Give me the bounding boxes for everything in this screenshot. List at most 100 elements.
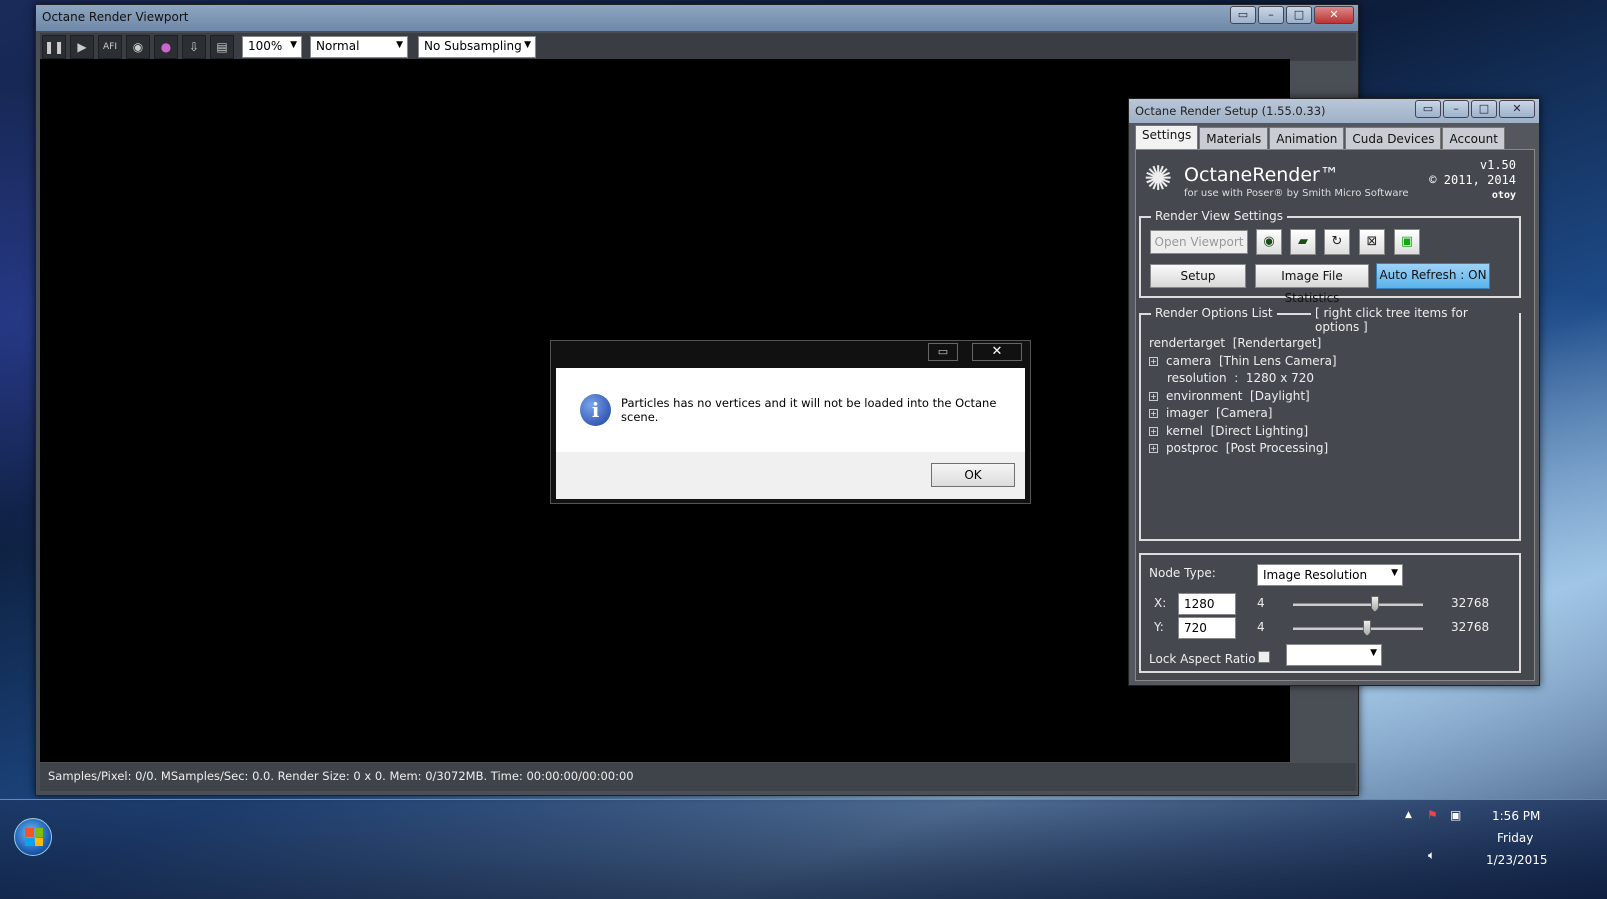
mode-select[interactable]: Normal ▼ [310, 36, 408, 58]
status-bar: Samples/Pixel: 0/0. MSamples/Sec: 0.0. R… [40, 763, 1356, 791]
x-slider[interactable] [1293, 603, 1423, 606]
mode-value: Normal [316, 39, 360, 53]
eye-icon[interactable]: ◉ [1256, 229, 1282, 255]
save-render-icon[interactable]: ⇩ [182, 35, 206, 59]
restore-icon[interactable]: ▭ [1415, 100, 1441, 118]
chevron-down-icon: ▼ [290, 40, 297, 50]
tree-item-label: imager [Camera] [1166, 406, 1273, 420]
minimize-button[interactable]: – [1443, 100, 1469, 118]
x-input[interactable]: 1280 [1178, 593, 1236, 615]
network-icon[interactable]: ▣ [1450, 808, 1461, 822]
render-options-hint: [ right click tree items for options ] [1311, 306, 1519, 334]
stop-render-icon[interactable]: ⊠ [1359, 229, 1385, 255]
otoy-logo: otoy [1491, 190, 1516, 201]
clock-time[interactable]: 1:56 PM [1492, 809, 1540, 823]
zoom-value: 100% [248, 39, 283, 53]
subsampling-select[interactable]: No Subsampling ▼ [418, 36, 536, 58]
render-options-list: Render Options List [ right click tree i… [1139, 306, 1521, 541]
tree-item-postproc[interactable]: + postproc [Post Processing] [1149, 440, 1337, 458]
y-label: Y: [1154, 620, 1164, 634]
setup-title: Octane Render Setup (1.55.0.33) [1135, 104, 1326, 118]
minimize-button[interactable]: – [1258, 6, 1284, 24]
logo-title: OctaneRender™ [1184, 164, 1339, 186]
maximize-button[interactable]: □ [1471, 100, 1497, 118]
tree-item-resolution[interactable]: resolution : 1280 x 720 [1149, 370, 1337, 388]
tray-expand-icon[interactable]: ▲ [1405, 810, 1412, 820]
color-wheel-icon[interactable]: ◉ [126, 35, 150, 59]
start-button[interactable] [14, 818, 52, 856]
y-slider-thumb[interactable] [1363, 620, 1372, 636]
tree-root[interactable]: rendertarget [Rendertarget] [1149, 335, 1337, 353]
clock-day[interactable]: Friday [1497, 831, 1533, 845]
dialog-message: Particles has no vertices and it will no… [621, 396, 997, 424]
close-button[interactable]: ✕ [972, 343, 1022, 361]
x-min: 4 [1257, 596, 1265, 610]
restore-icon[interactable]: ▭ [928, 343, 958, 361]
afi-icon[interactable]: AFI [98, 35, 122, 59]
expand-icon[interactable]: + [1149, 356, 1158, 366]
aspect-select[interactable]: ▼ [1286, 644, 1382, 666]
chevron-down-icon: ▼ [1391, 568, 1398, 578]
action-center-icon[interactable]: ⚑ [1427, 808, 1438, 822]
export-icon[interactable]: ▰ [1290, 229, 1316, 255]
ok-button[interactable]: OK [931, 463, 1015, 487]
tab-settings[interactable]: Settings [1135, 125, 1199, 150]
viewport-titlebar[interactable]: Octane Render Viewport ▭ – □ ✕ [36, 5, 1358, 31]
expand-icon[interactable]: + [1149, 426, 1158, 436]
tree-item-label: resolution : 1280 x 720 [1167, 371, 1315, 385]
node-type-select[interactable]: Image Resolution ▼ [1257, 564, 1403, 586]
maximize-button[interactable]: □ [1286, 6, 1312, 24]
y-slider[interactable] [1293, 627, 1423, 630]
message-dialog: ▭ ✕ i Particles has no vertices and it w… [550, 340, 1031, 504]
setup-window: Octane Render Setup (1.55.0.33) ▭ – □ ✕ … [1128, 98, 1540, 686]
info-icon: i [580, 394, 612, 426]
tree-item-label: environment [Daylight] [1166, 388, 1310, 403]
dialog-footer: OK [556, 452, 1025, 499]
lock-aspect-checkbox[interactable] [1258, 651, 1270, 663]
logo-version: v1.50 [1479, 158, 1516, 172]
node-settings: Node Type: Image Resolution ▼ X: 1280 4 3… [1139, 553, 1521, 673]
settings-panel: ✺ OctaneRender™ for use with Poser® by S… [1135, 149, 1535, 681]
expand-icon[interactable]: + [1149, 444, 1158, 454]
logo-version-block: v1.50 © 2011, 2014 otoy [1429, 158, 1516, 203]
chevron-down-icon: ▼ [1370, 648, 1377, 658]
image-file-statistics-button[interactable]: Image File Statistics [1255, 264, 1369, 305]
zoom-select[interactable]: 100% ▼ [242, 36, 302, 58]
tree-item-kernel[interactable]: + kernel [Direct Lighting] [1149, 423, 1337, 441]
setup-button[interactable]: Setup [1150, 264, 1246, 288]
chevron-down-icon: ▼ [396, 40, 403, 50]
close-button[interactable]: ✕ [1499, 100, 1535, 118]
clock-date[interactable]: 1/23/2015 [1486, 853, 1548, 867]
restore-icon[interactable]: ▭ [1230, 6, 1256, 24]
expand-icon[interactable]: + [1149, 391, 1158, 401]
x-slider-thumb[interactable] [1370, 596, 1379, 612]
viewport-toolbar: ❚❚ ▶ AFI ◉ ● ⇩ ▤ 100% ▼ Normal ▼ No Subsam… [40, 33, 1356, 61]
pause-icon[interactable]: ❚❚ [42, 35, 66, 59]
dialog-titlebar[interactable]: ▭ ✕ [551, 341, 1030, 365]
channels-icon[interactable]: ● [154, 35, 178, 59]
auto-refresh-button[interactable]: Auto Refresh : ON [1376, 263, 1490, 289]
tree-item-label: camera [Thin Lens Camera] [1166, 353, 1337, 368]
setup-titlebar[interactable]: Octane Render Setup (1.55.0.33) ▭ – □ ✕ [1129, 99, 1539, 123]
tree-item-camera[interactable]: + camera [Thin Lens Camera] [1149, 353, 1337, 371]
windows-logo-icon [25, 828, 43, 846]
refresh-icon[interactable]: ↻ [1324, 229, 1350, 255]
play-icon[interactable]: ▶ [70, 35, 94, 59]
tree-item-label: kernel [Direct Lighting] [1166, 423, 1309, 438]
tree-item-imager[interactable]: + imager [Camera] [1149, 405, 1337, 423]
y-input[interactable]: 720 [1178, 617, 1236, 639]
logo-subtitle: for use with Poser® by Smith Micro Softw… [1184, 188, 1409, 199]
display-icon[interactable]: ▣ [1394, 229, 1420, 255]
tree-item-environment[interactable]: + environment [Daylight] [1149, 388, 1337, 406]
open-viewport-button[interactable]: Open Viewport [1150, 230, 1248, 254]
volume-icon[interactable]: 🔈︎ [1428, 848, 1435, 863]
x-label: X: [1154, 596, 1167, 610]
viewport-title: Octane Render Viewport [42, 10, 189, 24]
options-tree: rendertarget [Rendertarget] + camera [Thi… [1149, 335, 1337, 458]
x-max: 32768 [1451, 596, 1490, 610]
close-button[interactable]: ✕ [1314, 6, 1354, 24]
node-type-value: Image Resolution [1263, 568, 1368, 582]
clipboard-icon[interactable]: ▤ [210, 35, 234, 59]
expand-icon[interactable]: + [1149, 409, 1158, 419]
y-min: 4 [1257, 620, 1265, 634]
